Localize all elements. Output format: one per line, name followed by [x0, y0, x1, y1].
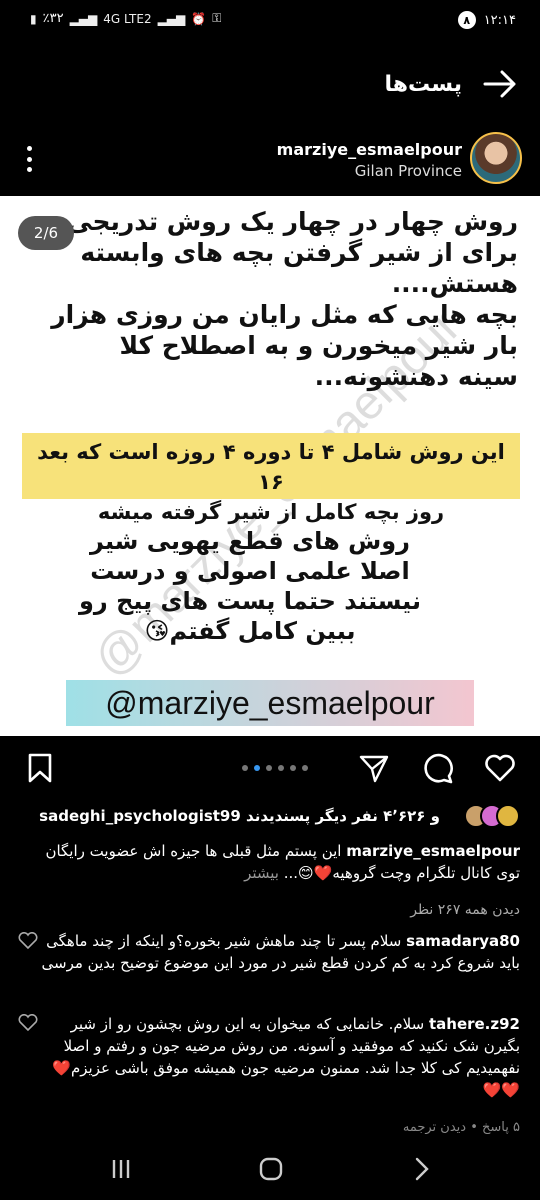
comment-item: tahere.z92 سلام. خانمایی که میخوان به ای…	[36, 1013, 520, 1101]
author-username[interactable]: marziye_esmaelpour	[277, 140, 462, 159]
clock: ۱۲:۱۴	[483, 12, 516, 28]
arrow-right-icon	[483, 70, 516, 98]
home-icon	[259, 1157, 283, 1181]
post-actions	[0, 740, 540, 796]
send-icon	[359, 755, 389, 783]
battery-icon: ▮	[30, 11, 37, 26]
alarm-icon: ⏰	[191, 11, 207, 26]
signal-icon-2: ▂▄▆	[157, 11, 186, 26]
handle-banner: @marziye_esmaelpour	[66, 680, 474, 726]
comment-button[interactable]	[422, 752, 454, 784]
post-text-main: روش چهار در چهار یک روش تدریجی برای از ش…	[51, 207, 518, 391]
recent-apps-button[interactable]	[106, 1154, 136, 1184]
caption-more-link[interactable]: بیشتر	[244, 864, 279, 882]
liker-avatars	[464, 804, 520, 828]
bookmark-icon	[28, 753, 52, 783]
heart-icon	[18, 1013, 38, 1032]
post-author-row: marziye_esmaelpour Gilan Province	[0, 128, 540, 192]
share-button[interactable]	[358, 752, 390, 784]
comment-meta[interactable]: ۵ پاسخ • دیدن ترجمه	[403, 1120, 520, 1134]
heart-icon	[485, 754, 515, 782]
home-button[interactable]	[256, 1154, 286, 1184]
highlight-box: این روش شامل ۴ تا دوره ۴ روزه است که بعد…	[22, 433, 520, 524]
avatar[interactable]	[470, 132, 522, 184]
chevron-right-icon	[415, 1157, 429, 1181]
caption-username[interactable]: marziye_esmaelpour	[346, 842, 520, 860]
post-caption: marziye_esmaelpour این پستم مثل قبلی ها …	[20, 840, 520, 884]
top-header: پست‌ها	[0, 58, 540, 110]
back-nav-button[interactable]	[406, 1154, 436, 1184]
page-title: پست‌ها	[384, 72, 462, 97]
heart-icon	[18, 931, 38, 950]
carousel-dots	[242, 765, 308, 771]
comment-like-button[interactable]	[18, 931, 40, 952]
comment-icon	[424, 753, 453, 784]
comment-item: samadarya80 سلام پسر تا چند ماهش شیر بخو…	[36, 930, 520, 974]
comment-username[interactable]: samadarya80	[406, 932, 520, 950]
view-all-comments[interactable]: دیدن همه ۲۶۷ نظر	[410, 902, 520, 918]
likes-count: و ۴٬۶۲۶ نفر دیگر پسندیدند sadeghi_psycho…	[39, 807, 440, 825]
battery-level: ٪۳۲	[42, 11, 64, 26]
network-type: 4G LTE2	[103, 11, 152, 26]
status-bar: ▮ ٪۳۲ ▂▄▆ 4G LTE2 ▂▄▆ ⏰ ⚿ ۸ ۱۲:۱۴	[0, 0, 540, 40]
post-text-secondary: روش های قطع یهویی شیر اصلا علمی اصولی و …	[79, 527, 421, 645]
notification-badge: ۸	[457, 11, 476, 29]
author-location[interactable]: Gilan Province	[355, 162, 462, 180]
carousel-counter: 2/6	[18, 216, 74, 250]
post-image[interactable]: @marziye_esmaelpour روش چهار در چهار یک …	[0, 196, 540, 736]
save-button[interactable]	[24, 752, 56, 784]
system-nav-bar	[0, 1140, 540, 1200]
signal-icon: ▂▄▆	[69, 11, 98, 26]
back-button[interactable]	[482, 68, 518, 100]
like-button[interactable]	[484, 752, 516, 784]
likes-row[interactable]: و ۴٬۶۲۶ نفر دیگر پسندیدند sadeghi_psycho…	[0, 800, 540, 832]
comment-like-button[interactable]	[18, 1013, 40, 1034]
more-options-button[interactable]	[24, 146, 34, 172]
recent-apps-icon	[112, 1160, 130, 1178]
comment-username[interactable]: tahere.z92	[429, 1015, 520, 1033]
key-icon: ⚿	[212, 11, 222, 25]
